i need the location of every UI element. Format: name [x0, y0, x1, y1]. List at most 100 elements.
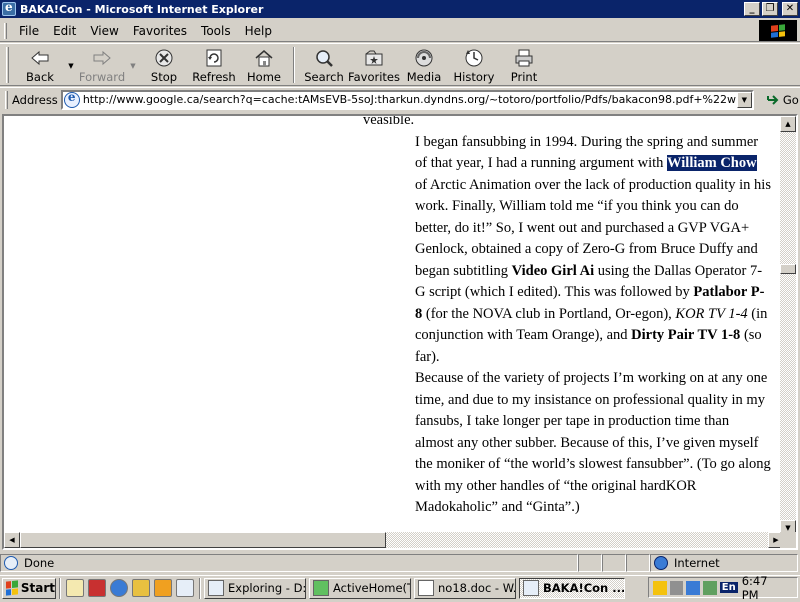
- title-bar[interactable]: BAKA!Con - Microsoft Internet Explorer _…: [0, 0, 800, 18]
- print-button[interactable]: Print: [499, 44, 549, 84]
- task-activehome[interactable]: ActiveHome(T...: [309, 577, 411, 599]
- status-bar: Done Internet: [0, 552, 800, 573]
- page-done-icon: [4, 555, 18, 570]
- ie-page-icon: [523, 580, 539, 596]
- quicklaunch-tool-icon[interactable]: [132, 579, 150, 597]
- horizontal-scrollbar[interactable]: ◀ ▶: [4, 532, 784, 548]
- forward-dropdown-icon[interactable]: ▼: [127, 44, 139, 84]
- task-exploring[interactable]: Exploring - D:\...: [204, 577, 306, 599]
- task-word-doc[interactable]: no18.doc - W...: [414, 577, 516, 599]
- system-tray: En 6:47 PM: [648, 574, 798, 602]
- address-dropdown-icon[interactable]: ▼: [736, 91, 752, 108]
- start-label: Start: [20, 581, 55, 595]
- windows-flag-icon: [6, 580, 18, 596]
- start-button[interactable]: Start: [2, 577, 56, 599]
- menu-favorites[interactable]: Favorites: [126, 22, 194, 40]
- stop-button[interactable]: Stop: [139, 44, 189, 84]
- explorer-icon: [208, 580, 224, 596]
- quicklaunch-app-icon[interactable]: [88, 579, 106, 597]
- word-doc-icon: [418, 580, 434, 596]
- quicklaunch-media-icon[interactable]: [154, 579, 172, 597]
- minimize-button[interactable]: _: [744, 2, 760, 16]
- favorites-icon: [363, 47, 385, 68]
- scroll-up-button[interactable]: ▲: [780, 116, 796, 132]
- menu-bar: File Edit View Favorites Tools Help: [0, 20, 800, 42]
- tray-app-icon[interactable]: [703, 580, 717, 595]
- search-highlight: William Chow: [667, 155, 757, 171]
- search-button[interactable]: Search: [299, 44, 349, 84]
- vertical-scrollbar[interactable]: ▲ ▼: [780, 116, 796, 536]
- favorites-label: Favorites: [348, 70, 400, 84]
- toolbar-grip[interactable]: [6, 47, 9, 83]
- windows-logo-icon: [759, 20, 797, 41]
- ie-logo-icon[interactable]: [2, 0, 16, 16]
- toolbar-separator: [293, 47, 295, 83]
- stop-icon: [153, 47, 175, 68]
- internet-globe-icon: [654, 555, 668, 570]
- media-label: Media: [406, 70, 442, 84]
- back-dropdown-icon[interactable]: ▼: [65, 44, 77, 84]
- paragraph-slowest: Because of the variety of projects I’m w…: [415, 370, 771, 515]
- standard-toolbar: Back ▼ Forward ▼ Stop Refresh Home Searc…: [0, 43, 800, 86]
- home-label: Home: [247, 70, 281, 84]
- quicklaunch-ie-icon[interactable]: [110, 579, 128, 597]
- forward-arrow-icon: [91, 47, 113, 68]
- paragraph-fansubbing: I began fansubbing in 1994. During the s…: [415, 133, 771, 365]
- language-indicator[interactable]: En: [719, 582, 738, 593]
- forward-button[interactable]: Forward: [77, 44, 127, 84]
- home-icon: [253, 47, 275, 68]
- scroll-left-button[interactable]: ◀: [4, 532, 20, 548]
- clock[interactable]: 6:47 PM: [742, 574, 787, 602]
- go-arrow-icon: [766, 93, 780, 107]
- menu-help[interactable]: Help: [238, 22, 279, 40]
- back-arrow-icon: [29, 47, 51, 68]
- menu-view[interactable]: View: [83, 22, 125, 40]
- vertical-scroll-thumb[interactable]: [780, 264, 796, 275]
- forward-label: Forward: [78, 70, 126, 84]
- home-button[interactable]: Home: [239, 44, 289, 84]
- security-zone-pane[interactable]: Internet: [650, 553, 798, 572]
- page-icon: [63, 90, 80, 108]
- quicklaunch-search-icon[interactable]: [176, 579, 194, 597]
- address-input[interactable]: [82, 93, 739, 106]
- taskbar-separator-2: [199, 577, 201, 599]
- close-button[interactable]: ✕: [782, 2, 798, 16]
- task-bakacon-ie[interactable]: BAKA!Con ...: [519, 577, 625, 599]
- network-icon[interactable]: [669, 580, 684, 595]
- back-button[interactable]: Back: [15, 44, 65, 84]
- refresh-button[interactable]: Refresh: [189, 44, 239, 84]
- go-button[interactable]: Go: [766, 93, 799, 107]
- stop-label: Stop: [150, 70, 178, 84]
- page-content[interactable]: veasible. I began fansubbing in 1994. Du…: [2, 114, 798, 550]
- addressbar-grip[interactable]: [5, 90, 8, 109]
- status-text-pane: Done: [0, 553, 578, 572]
- menubar-grip[interactable]: [4, 22, 7, 39]
- taskbar: Start Exploring - D:\... ActiveHome(T...…: [0, 574, 800, 602]
- scrollbar-corner: [780, 532, 796, 548]
- monitor-icon[interactable]: [686, 580, 701, 595]
- menu-file[interactable]: File: [12, 22, 46, 40]
- menu-tools[interactable]: Tools: [194, 22, 238, 40]
- history-button[interactable]: History: [449, 44, 499, 84]
- restore-button[interactable]: ❐: [762, 2, 778, 16]
- favorites-button[interactable]: Favorites: [348, 44, 400, 84]
- menu-edit[interactable]: Edit: [46, 22, 83, 40]
- zone-label: Internet: [674, 555, 720, 570]
- media-icon: [413, 47, 435, 68]
- document-body: veasible. I began fansubbing in 1994. Du…: [363, 114, 771, 519]
- horizontal-scroll-thumb[interactable]: [20, 532, 386, 548]
- status-pane-blank-3: [626, 553, 650, 572]
- media-button[interactable]: Media: [399, 44, 449, 84]
- volume-icon[interactable]: [653, 580, 667, 595]
- status-text: Done: [24, 555, 55, 570]
- doc-line-top: veasible.: [363, 114, 415, 128]
- address-field[interactable]: ▼: [60, 89, 754, 110]
- status-pane-blank-1: [578, 553, 602, 572]
- back-label: Back: [26, 70, 54, 84]
- refresh-label: Refresh: [192, 70, 236, 84]
- go-label: Go: [782, 92, 799, 107]
- history-icon: [463, 47, 485, 68]
- print-label: Print: [510, 70, 538, 84]
- quicklaunch-notepad-icon[interactable]: [66, 579, 84, 597]
- ie-window: BAKA!Con - Microsoft Internet Explorer _…: [0, 0, 800, 575]
